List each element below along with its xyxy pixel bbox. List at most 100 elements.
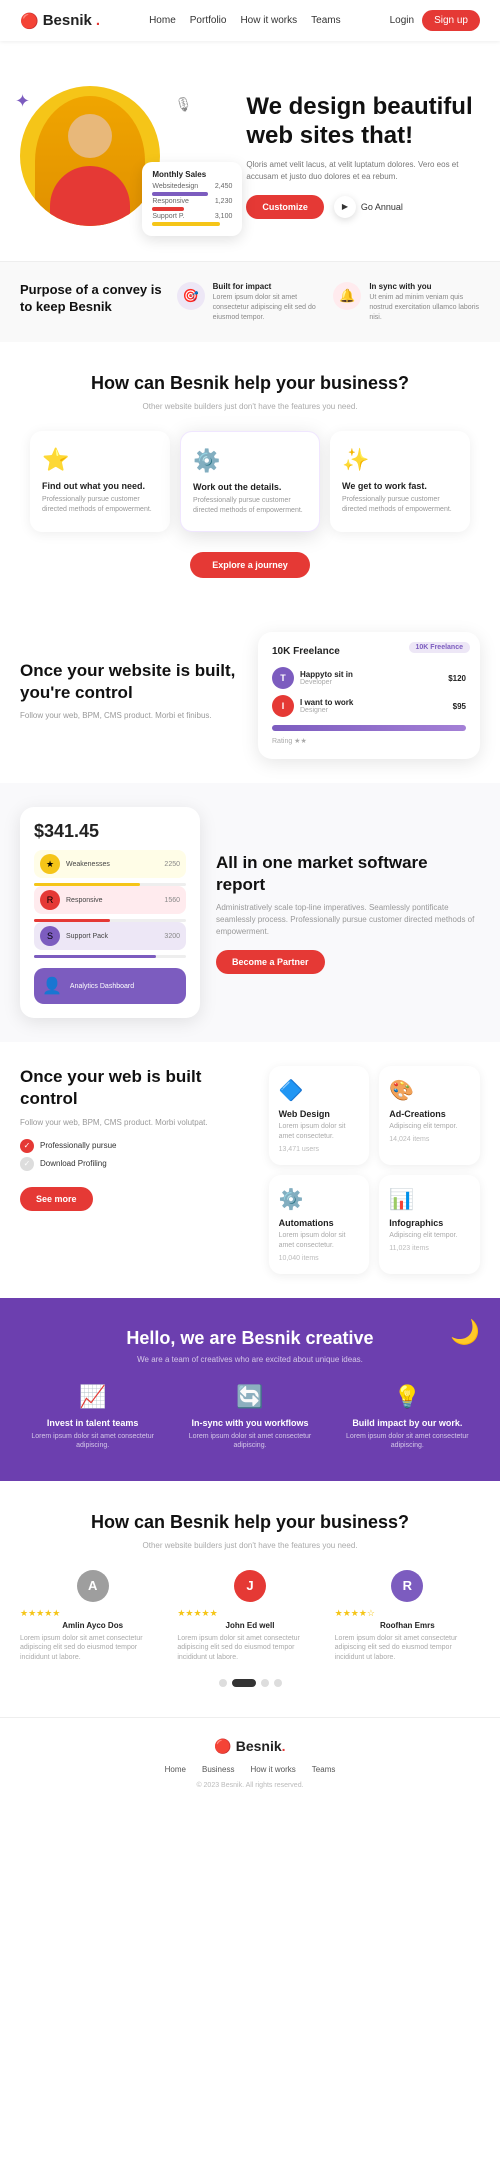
hero-card-bar-1: [152, 192, 208, 196]
hero-description: Qloris amet velit lacus, at velit luptat…: [246, 159, 480, 183]
stars-0: ★★★★★: [20, 1608, 165, 1619]
services-section: Once your web is built control Follow yo…: [0, 1042, 500, 1297]
hero-secondary-btn[interactable]: ▶ Go Annual: [334, 196, 403, 218]
footer-link-1[interactable]: Business: [202, 1765, 234, 1774]
check-icon-1: ✓: [20, 1157, 34, 1171]
freelance-rating: Rating ★★: [272, 737, 466, 745]
freelance-card: 10K Freelance 10K Freelance T Happyto si…: [258, 632, 480, 759]
service-title-2: Automations: [279, 1218, 360, 1228]
play-icon: ▶: [334, 196, 356, 218]
purpose-main: Purpose of a convey is to keep Besnik: [20, 282, 167, 322]
howcan-section: How can Besnik help your business? Other…: [0, 342, 500, 608]
footer-logo-text: Besnik: [236, 1738, 282, 1754]
purple-section: 🌙 Hello, we are Besnik creative We are a…: [0, 1298, 500, 1482]
dot-2[interactable]: [261, 1679, 269, 1687]
hero-person: [35, 96, 145, 226]
hero-card-row-3: Support P. 3,100: [152, 213, 232, 220]
feature-title-2: We get to work fast.: [342, 481, 458, 491]
testimonial-text-1: Lorem ipsum dolor sit amet consectetur a…: [177, 1634, 322, 1663]
moon-icon: 🌙: [450, 1318, 480, 1347]
services-heading: Once your web is built control: [20, 1066, 253, 1110]
testimonial-text-0: Lorem ipsum dolor sit amet consectetur a…: [20, 1634, 165, 1663]
howcan-heading: How can Besnik help your business?: [20, 372, 480, 395]
service-title-3: Infographics: [389, 1218, 470, 1228]
check-label-0: Professionally pursue: [40, 1141, 116, 1150]
footer-link-3[interactable]: Teams: [312, 1765, 336, 1774]
finance-footer-text: Analytics Dashboard: [70, 983, 134, 990]
freelance-person-0: T Happyto sit in Developer $120: [272, 667, 466, 689]
hero-heading: We design beautiful web sites that!: [246, 93, 480, 151]
finance-bar-wrap-2: [34, 955, 186, 958]
services-right: 🔷 Web Design Lorem ipsum dolor sit amet …: [269, 1066, 480, 1273]
freelance-info-0: Happyto sit in Developer: [300, 670, 442, 686]
finance-val-2: 3200: [164, 933, 180, 940]
dot-3[interactable]: [274, 1679, 282, 1687]
stars-2: ★★★★☆: [335, 1608, 480, 1619]
freelance-role-0: Developer: [300, 679, 442, 686]
footer: 🔴 Besnik. Home Business How it works Tea…: [0, 1717, 500, 1809]
finance-footer: 👤 Analytics Dashboard: [34, 968, 186, 1004]
nav-teams[interactable]: Teams: [311, 15, 340, 26]
service-count-1: 14,024 items: [389, 1136, 470, 1143]
purpose-text-2: In sync with you Ut enim ad minim veniam…: [369, 282, 480, 322]
service-count-3: 11,023 items: [389, 1245, 470, 1252]
feature-desc-0: Professionally pursue customer directed …: [42, 495, 158, 515]
service-count-0: 13,471 users: [279, 1146, 360, 1153]
testimonial-card-0: A ★★★★★ Amlin Ayco Dos Lorem ipsum dolor…: [20, 1570, 165, 1663]
finance-dot-2: S: [40, 926, 60, 946]
service-icon-1: 🎨: [389, 1078, 470, 1103]
nav-home[interactable]: Home: [149, 15, 176, 26]
testimonial-card-2: R ★★★★☆ Roofhan Emrs Lorem ipsum dolor s…: [335, 1570, 480, 1663]
market-section: $341.45 ★ Weakenesses 2250 R Responsive …: [0, 783, 500, 1042]
hero-secondary-label: Go Annual: [361, 202, 403, 212]
nav-portfolio[interactable]: Portfolio: [190, 15, 227, 26]
person-head: [68, 114, 112, 158]
hero-section: ✦ 🎙 Monthly Sales Websitedesign 2,450 Re…: [0, 41, 500, 261]
signup-button[interactable]: Sign up: [422, 10, 480, 31]
nav-how-it-works[interactable]: How it works: [240, 15, 297, 26]
testimonial-name-0: Amlin Ayco Dos: [20, 1621, 165, 1630]
login-button[interactable]: Login: [390, 15, 414, 26]
services-desc: Follow your web, BPM, CMS product. Morbi…: [20, 1117, 253, 1129]
purpose-item-2: 🔔 In sync with you Ut enim ad minim veni…: [333, 282, 480, 322]
hero-card-label-3: Support P.: [152, 213, 184, 220]
service-title-0: Web Design: [279, 1109, 360, 1119]
freelance-price-0: $120: [448, 674, 466, 683]
purpose-desc-2: Ut enim ad minim veniam quis nostrud exe…: [369, 293, 480, 322]
market-desc: Administratively scale top-line imperati…: [216, 902, 480, 938]
star-icon: ✦: [15, 91, 30, 112]
finance-bar-2: [34, 955, 156, 958]
dot-1[interactable]: [232, 1679, 256, 1687]
footer-logo: 🔴 Besnik.: [20, 1738, 480, 1755]
logo: 🔴 Besnik.: [20, 12, 100, 30]
testimonial-heading: How can Besnik help your business?: [20, 1511, 480, 1534]
purpose-text-1: Built for impact Lorem ipsum dolor sit a…: [213, 282, 324, 322]
hero-card-label-1: Websitedesign: [152, 183, 198, 190]
purple-card-desc-0: Lorem ipsum dolor sit amet consectetur a…: [20, 1432, 165, 1452]
testimonial-name-1: John Ed well: [177, 1621, 322, 1630]
dot-0[interactable]: [219, 1679, 227, 1687]
howcan-btn[interactable]: Explore a journey: [190, 552, 310, 578]
service-title-1: Ad-Creations: [389, 1109, 470, 1119]
services-left: Once your web is built control Follow yo…: [20, 1066, 253, 1210]
hero-primary-btn[interactable]: Customize: [246, 195, 324, 219]
howcan-cards: ⭐ Find out what you need. Professionally…: [20, 431, 480, 533]
feature-desc-2: Professionally pursue customer directed …: [342, 495, 458, 515]
feature-title-0: Find out what you need.: [42, 481, 158, 491]
hero-card-val-3: 3,100: [215, 213, 233, 220]
service-desc-0: Lorem ipsum dolor sit amet consectetur.: [279, 1122, 360, 1142]
footer-link-2[interactable]: How it works: [250, 1765, 295, 1774]
avatar-testimonial-2: R: [391, 1570, 423, 1602]
feature-card-0: ⭐ Find out what you need. Professionally…: [30, 431, 170, 533]
hero-card-row-1: Websitedesign 2,450: [152, 183, 232, 190]
footer-link-0[interactable]: Home: [165, 1765, 186, 1774]
check-label-1: Download Profiling: [40, 1159, 107, 1168]
hero-card-label-2: Responsive: [152, 198, 189, 205]
finance-row-2: S Support Pack 3200: [34, 922, 186, 950]
services-btn[interactable]: See more: [20, 1187, 93, 1211]
market-btn[interactable]: Become a Partner: [216, 950, 325, 974]
howcan-sub: Other website builders just don't have t…: [20, 402, 480, 411]
feature-icon-0: ⭐: [42, 447, 158, 473]
check-item-0: ✓ Professionally pursue: [20, 1139, 253, 1153]
finance-label-0: Weakenesses: [66, 861, 158, 868]
